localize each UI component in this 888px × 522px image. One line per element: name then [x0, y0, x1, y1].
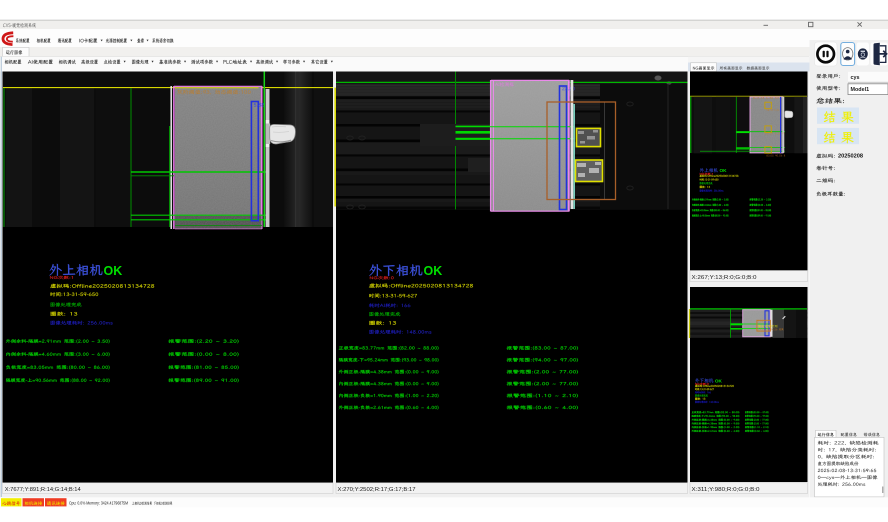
svg-text:X:7677;Y:891;R:14;G:14;B:14: X:7677;Y:891;R:14;G:14;B:14 [5, 487, 82, 493]
svg-text:X:267;Y:13;R:0;G:0;B:0: X:267;Y:13;R:0;G:0;B:0 [692, 275, 757, 281]
svg-text:X:270;Y:2502;R:17;G:17;B:17: X:270;Y:2502;R:17;G:17;B:17 [338, 487, 416, 493]
svg-text:OK: OK [104, 264, 123, 278]
svg-text:cys: cys [851, 75, 860, 81]
svg-text:X:311;Y:980;R:0;G:0;B:0: X:311;Y:980;R:0;G:0;B:0 [692, 487, 760, 493]
svg-text:OK: OK [720, 168, 728, 173]
svg-text:OK: OK [715, 379, 723, 384]
svg-text:Cpu: 0.0% Memory: 3424.4179687: Cpu: 0.0% Memory: 3424.41796875M [69, 500, 128, 506]
svg-text:20250208: 20250208 [838, 154, 863, 160]
svg-text:OK: OK [424, 264, 443, 278]
svg-text:Model1: Model1 [851, 87, 870, 93]
